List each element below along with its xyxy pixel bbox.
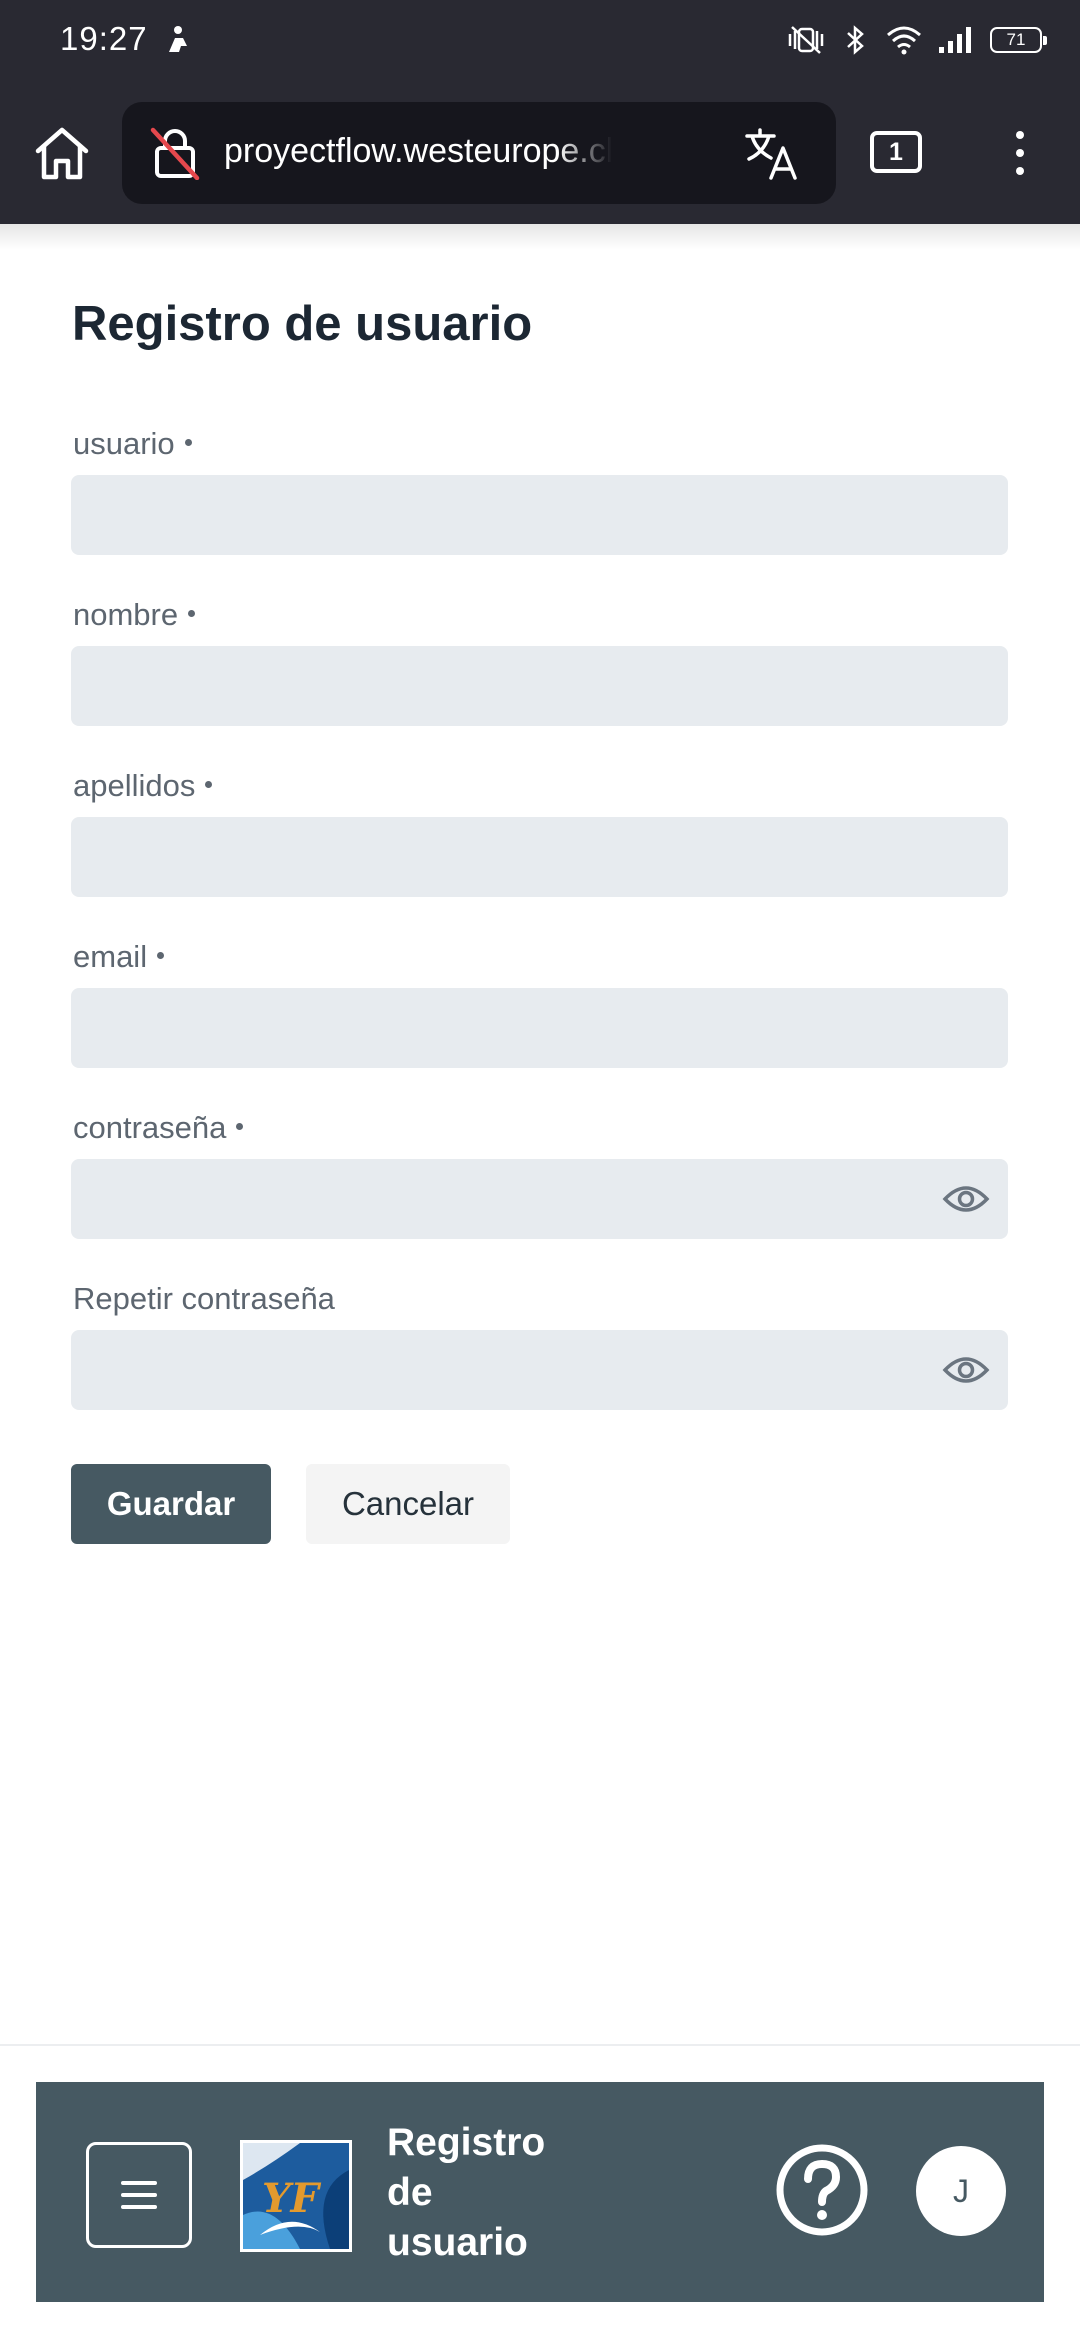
logo-text: YF — [262, 2175, 322, 2222]
apellidos-label: apellidos — [73, 768, 213, 804]
status-icons: 71 — [786, 22, 1047, 58]
divider — [0, 2044, 1080, 2046]
bluetooth-icon — [847, 25, 864, 55]
required-indicator — [184, 439, 192, 447]
toolbar-shadow — [0, 224, 1080, 250]
battery-level: 71 — [1006, 30, 1026, 49]
wifi-icon — [887, 26, 921, 55]
email-label: email — [73, 939, 165, 975]
help-circle-icon[interactable] — [774, 2142, 870, 2238]
usuario-input[interactable] — [71, 475, 1008, 555]
app-bar: YF Registro de usuario J — [36, 2082, 1044, 2302]
required-indicator — [157, 952, 165, 960]
lock-off-icon[interactable] — [148, 126, 202, 180]
password-label: contraseña — [73, 1110, 244, 1146]
translate-button[interactable] — [742, 124, 802, 184]
eye-icon[interactable] — [942, 1352, 990, 1388]
password-input[interactable] — [71, 1159, 1008, 1239]
app-bar-title: Registro de usuario — [387, 2121, 546, 2264]
avatar[interactable]: J — [916, 2146, 1006, 2236]
url-text[interactable]: proyectflow.westeurope.cloudapp.azure.co… — [224, 132, 612, 176]
usuario-label: usuario — [73, 426, 192, 462]
required-indicator — [205, 781, 213, 789]
nombre-label: nombre — [73, 597, 196, 633]
status-time: 19:27 — [60, 20, 148, 57]
battery-icon: 71 — [990, 27, 1047, 53]
save-button[interactable]: Guardar — [71, 1464, 271, 1544]
status-bar: 19:27 71 — [0, 0, 1080, 80]
browser-toolbar: proyectflow.westeurope.cloudapp.azure.co… — [0, 80, 1080, 224]
home-button[interactable] — [28, 120, 96, 188]
logo-image: YF — [240, 2140, 352, 2252]
address-bar[interactable]: proyectflow.westeurope.cloudapp.azure.co… — [122, 102, 836, 204]
hamburger-menu-icon[interactable] — [86, 2142, 192, 2248]
translate-icon — [745, 128, 797, 180]
home-icon — [35, 127, 89, 180]
notification-icon — [169, 26, 187, 52]
repeat-password-input[interactable] — [71, 1330, 1008, 1410]
tab-count: 1 — [889, 137, 903, 166]
signal-icon — [939, 27, 971, 53]
tabs-button[interactable]: 1 — [870, 131, 922, 173]
cancel-button[interactable]: Cancelar — [306, 1464, 510, 1544]
repeat-password-label: Repetir contraseña — [73, 1281, 335, 1316]
app-logo: YF — [240, 2140, 352, 2252]
nombre-input[interactable] — [71, 646, 1008, 726]
vibrate-icon — [788, 26, 824, 54]
required-indicator — [188, 610, 196, 618]
more-vert-icon[interactable] — [1000, 120, 1040, 186]
apellidos-input[interactable] — [71, 817, 1008, 897]
page-title: Registro de usuario — [72, 297, 533, 351]
eye-icon[interactable] — [942, 1181, 990, 1217]
email-input[interactable] — [71, 988, 1008, 1068]
required-indicator — [236, 1123, 244, 1131]
